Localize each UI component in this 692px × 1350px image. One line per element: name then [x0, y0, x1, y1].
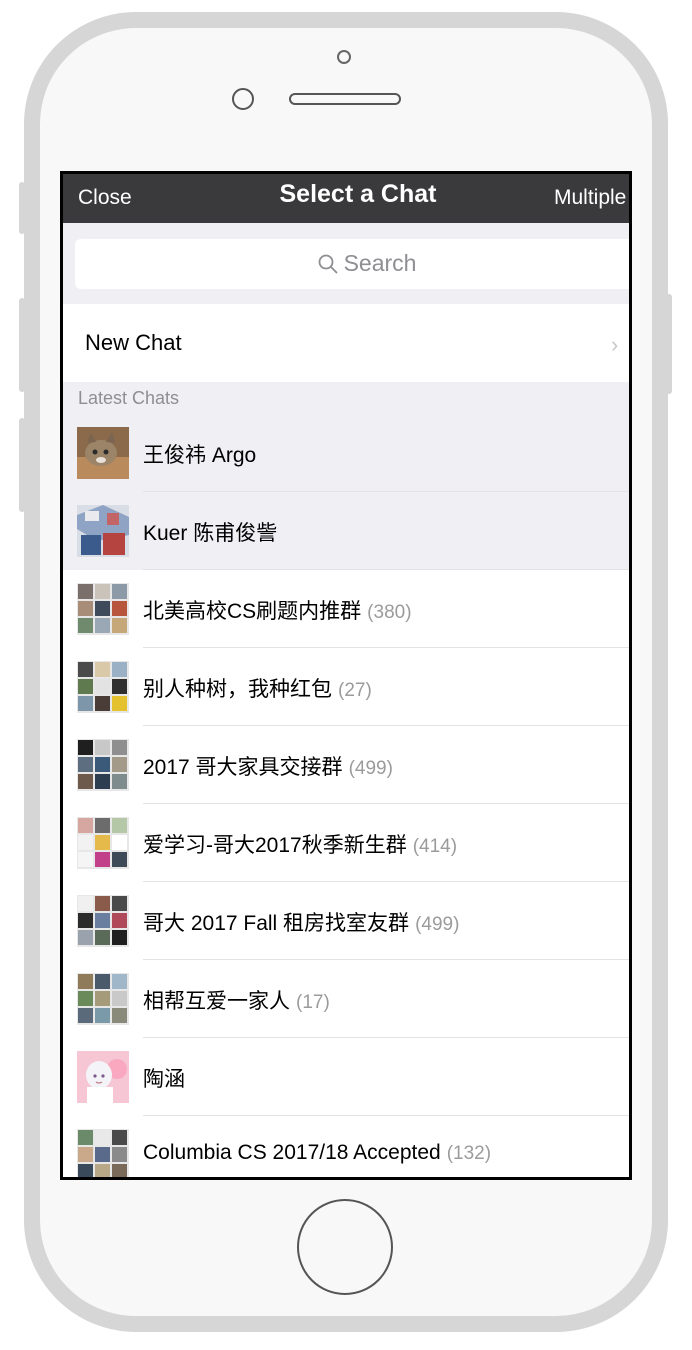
member-count: (414)	[412, 836, 458, 857]
chat-row[interactable]: 相帮互爱一家人 (17)	[63, 960, 629, 1038]
chat-row[interactable]: 王俊祎 Argo	[63, 414, 629, 492]
power-button	[666, 294, 672, 394]
volume-up-button	[19, 298, 25, 392]
section-label: Latest Chats	[78, 388, 180, 408]
new-chat-label: New Chat	[85, 330, 182, 355]
group-avatar-icon	[77, 739, 129, 791]
home-button[interactable]	[297, 1199, 393, 1295]
earpiece-speaker	[289, 93, 401, 105]
group-avatar-icon	[77, 1129, 129, 1177]
chat-name: 2017 哥大家具交接群	[143, 756, 343, 779]
member-count: (380)	[367, 602, 412, 623]
chat-name: Kuer 陈甫俊訾	[143, 522, 278, 545]
chat-row[interactable]: 别人种树，我种红包 (27)	[63, 648, 629, 726]
chat-row[interactable]: Columbia CS 2017/18 Accepted (132)	[63, 1116, 629, 1177]
multiple-button[interactable]: Multiple	[554, 186, 626, 210]
mute-switch	[19, 182, 25, 234]
anime-avatar-icon	[77, 1051, 129, 1103]
group-avatar-icon	[77, 817, 129, 869]
proximity-sensor	[337, 50, 351, 64]
new-chat-row[interactable]: New Chat ›	[63, 304, 629, 382]
member-count: (499)	[415, 914, 460, 935]
chat-row[interactable]: 2017 哥大家具交接群 (499)	[63, 726, 629, 804]
chat-row[interactable]: 北美高校CS刷题内推群 (380)	[63, 570, 629, 648]
group-avatar-icon	[77, 973, 129, 1025]
search-area: Search	[63, 223, 629, 304]
chat-row[interactable]: 哥大 2017 Fall 租房找室友群 (499)	[63, 882, 629, 960]
chat-name: 相帮互爱一家人	[143, 990, 290, 1013]
chat-name: Columbia CS 2017/18 Accepted	[143, 1141, 441, 1164]
page-title: Select a Chat	[279, 180, 437, 208]
member-count: (27)	[338, 680, 372, 701]
member-count: (132)	[446, 1143, 492, 1164]
search-icon	[318, 254, 337, 274]
chat-row[interactable]: 爱学习-哥大2017秋季新生群 (414)	[63, 804, 629, 882]
group-avatar-icon	[77, 583, 129, 635]
chat-list: 王俊祎 Argo Kuer 陈甫俊訾 北美高校CS刷题内推群 (380) 别人种…	[63, 414, 629, 1177]
chat-name: 陶涵	[143, 1068, 185, 1091]
chat-row[interactable]: 陶涵	[63, 1038, 629, 1116]
chat-name: 爱学习-哥大2017秋季新生群	[143, 834, 407, 857]
volume-down-button	[19, 418, 25, 512]
chat-name: 别人种树，我种红包	[143, 678, 332, 701]
front-camera	[232, 88, 254, 110]
group-avatar-icon	[77, 895, 129, 947]
group-avatar-icon	[77, 661, 129, 713]
nav-bar: Close Select a Chat Multiple	[63, 174, 629, 223]
member-count: (499)	[348, 758, 393, 779]
chat-name: 哥大 2017 Fall 租房找室友群	[143, 912, 410, 935]
section-header: Latest Chats	[63, 382, 629, 414]
search-input[interactable]: Search	[75, 239, 629, 289]
chevron-right-icon: ›	[611, 332, 619, 357]
chat-name: 北美高校CS刷题内推群	[143, 600, 362, 623]
cat-photo-icon	[77, 427, 129, 479]
screen: Close Select a Chat Multiple Search New …	[60, 171, 632, 1180]
search-placeholder: Search	[343, 250, 417, 276]
chat-name: 王俊祎 Argo	[143, 444, 257, 467]
chat-row[interactable]: Kuer 陈甫俊訾	[63, 492, 629, 570]
collage-photo-icon	[77, 505, 129, 557]
member-count: (17)	[296, 992, 330, 1013]
